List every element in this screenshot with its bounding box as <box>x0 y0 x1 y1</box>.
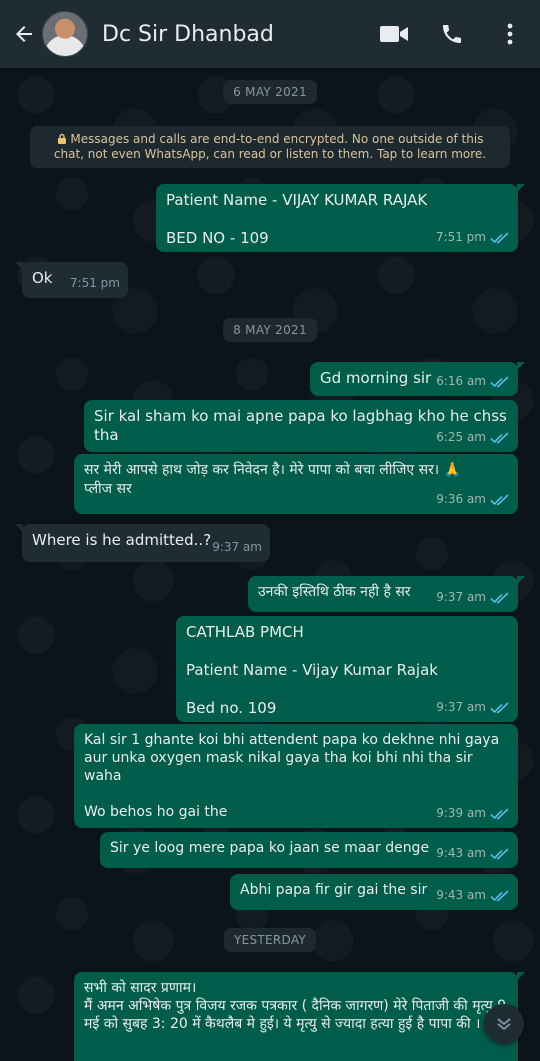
outgoing-message[interactable]: Sir ye loog mere papa ko jaan se maar de… <box>100 832 518 868</box>
outgoing-message[interactable]: सर मेरी आपसे हाथ जोड़ कर निवेदन है। मेरे… <box>74 454 518 514</box>
more-options-icon <box>507 23 513 45</box>
double-check-icon <box>490 375 509 387</box>
outgoing-message[interactable]: Patient Name - VIJAY KUMAR RAJAK BED NO … <box>156 184 525 252</box>
message-time: 9:39 am <box>436 806 486 820</box>
lock-icon <box>57 133 66 144</box>
message-time: 9:37 am <box>436 590 486 604</box>
voice-call-icon <box>443 25 461 43</box>
message-time: 9:43 am <box>436 888 486 902</box>
scroll-to-bottom-button[interactable] <box>484 1004 524 1044</box>
outgoing-message[interactable]: Gd morning sir 6:16 am <box>310 362 525 396</box>
message-time: 6:16 am <box>436 374 486 388</box>
double-check-icon <box>490 493 509 505</box>
outgoing-message[interactable]: उनकी इस्तिथि ठीक नही है सर 9:37 am <box>248 576 525 612</box>
message-meta: 6:25 am <box>436 428 510 447</box>
message-meta: 6:16 am <box>436 372 510 391</box>
double-check-icon <box>490 847 509 859</box>
message-time: 9:37 am <box>436 700 486 714</box>
encryption-notice-text: Messages and calls are end-to-end encryp… <box>53 132 487 161</box>
more-options-button[interactable] <box>490 14 530 54</box>
message-meta: 7:51 pm <box>436 228 510 247</box>
date-separator: 6 MAY 2021 <box>223 80 317 104</box>
outgoing-message[interactable]: Sir kal sham ko mai apne papa ko lagbhag… <box>84 400 518 452</box>
message-meta: 9:43 am <box>436 844 510 863</box>
incoming-message[interactable]: Ok 7:51 pm <box>15 262 128 298</box>
outgoing-message[interactable]: Abhi papa fir gir gai the sir 9:43 am <box>230 874 518 910</box>
message-meta: 7:51 pm <box>70 274 120 293</box>
message-time: 9:37 am <box>212 540 262 554</box>
contact-name[interactable]: Dc Sir Dhanbad <box>102 22 374 47</box>
outgoing-message[interactable]: Kal sir 1 ghante koi bhi attendent papa … <box>74 724 518 828</box>
double-check-icon <box>490 807 509 819</box>
contact-avatar[interactable] <box>42 11 88 57</box>
message-meta: 9:37 am <box>436 588 510 607</box>
message-meta: 9:37 am <box>212 538 262 557</box>
chat-area[interactable]: 6 MAY 2021 Messages and calls are end-to… <box>0 68 540 1061</box>
message-time: 9:36 am <box>436 492 486 506</box>
back-arrow-icon <box>16 26 32 42</box>
back-button[interactable] <box>6 16 42 52</box>
scroll-down-icon <box>497 1018 511 1031</box>
double-check-icon <box>490 231 509 243</box>
double-check-icon <box>490 889 509 901</box>
message-time: 9:43 am <box>436 846 486 860</box>
outgoing-message[interactable]: सभी को सादर प्रणाम। मैं अमन अभिषेक पुत्र… <box>74 972 525 1061</box>
double-check-icon <box>490 701 509 713</box>
incoming-message[interactable]: Where is he admitted..? 9:37 am <box>15 524 270 562</box>
outgoing-message[interactable]: CATHLAB PMCH Patient Name - Vijay Kumar … <box>176 616 518 722</box>
date-separator: 8 MAY 2021 <box>223 318 317 342</box>
message-time: 7:51 pm <box>435 230 486 244</box>
video-call-icon <box>380 26 408 42</box>
double-check-icon <box>490 431 509 443</box>
message-text: सभी को सादर प्रणाम। मैं अमन अभिषेक पुत्र… <box>84 980 506 1032</box>
message-meta: 9:36 am <box>436 490 510 509</box>
message-meta: 9:39 am <box>436 804 510 823</box>
message-time: 6:25 am <box>436 430 486 444</box>
message-time: 7:51 pm <box>69 276 120 290</box>
message-meta: 9:37 am <box>436 698 510 717</box>
video-call-button[interactable] <box>374 14 414 54</box>
double-check-icon <box>490 591 509 603</box>
chat-header: Dc Sir Dhanbad <box>0 0 540 68</box>
voice-call-button[interactable] <box>432 14 472 54</box>
encryption-notice[interactable]: Messages and calls are end-to-end encryp… <box>30 126 510 168</box>
date-separator: YESTERDAY <box>223 928 317 952</box>
message-meta: 9:43 am <box>436 886 510 905</box>
